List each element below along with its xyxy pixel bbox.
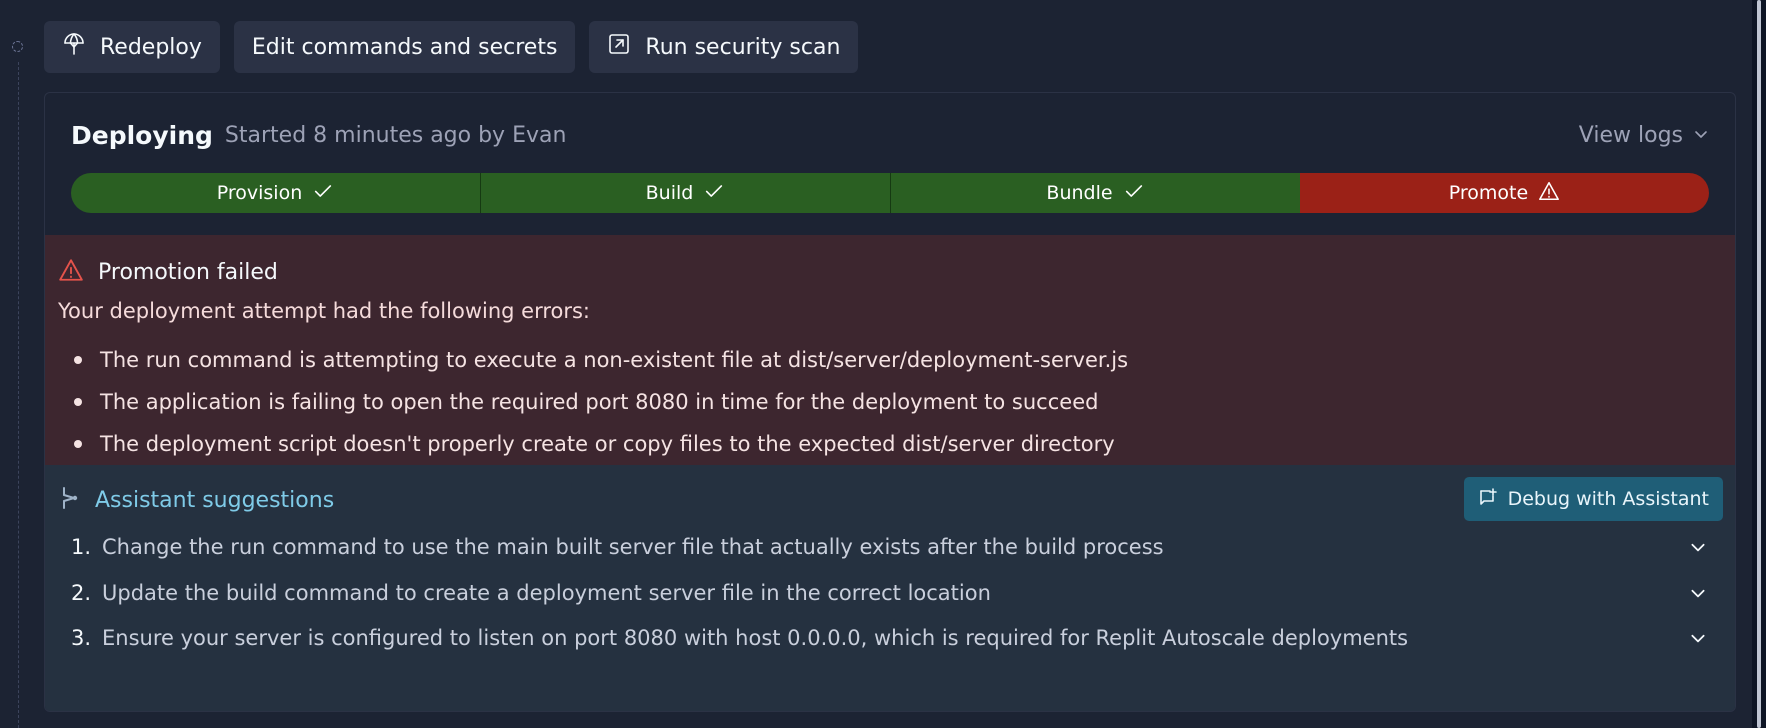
deployment-card: Deploying Started 8 minutes ago by Evan … [44, 92, 1736, 712]
deployment-started: Started 8 minutes ago by Evan [224, 122, 567, 148]
error-text: The deployment script doesn't properly c… [100, 432, 1115, 456]
chevron-down-icon [1691, 589, 1705, 598]
suggestion-item[interactable]: 2. Update the build command to create a … [71, 573, 1707, 613]
stage-provision[interactable]: Provision [71, 173, 480, 213]
redeploy-label: Redeploy [100, 34, 202, 60]
stage-label: Promote [1448, 182, 1529, 204]
stage-promote[interactable]: Promote [1300, 173, 1709, 213]
warning-icon [1538, 180, 1560, 207]
timeline-pending-icon [12, 41, 23, 52]
check-icon [1123, 180, 1145, 207]
view-logs-label: View logs [1578, 122, 1683, 148]
view-logs-button[interactable]: View logs [1579, 123, 1709, 148]
deployment-toolbar: Redeploy Edit commands and secrets Run s… [44, 21, 859, 73]
error-text: The run command is attempting to execute… [100, 348, 1129, 372]
suggestion-text: Update the build command to create a dep… [102, 581, 991, 605]
error-intro: Your deployment attempt had the followin… [58, 299, 591, 323]
security-scan-label: Run security scan [645, 34, 841, 60]
stage-label: Build [645, 182, 694, 204]
suggestion-number: 1. [71, 535, 92, 559]
warning-icon [58, 257, 84, 287]
debug-with-assistant-button[interactable]: Debug with Assistant [1463, 477, 1723, 521]
assistant-title: Assistant suggestions [95, 487, 335, 513]
error-title: Promotion failed [98, 259, 278, 285]
deployment-pipeline: Provision Build Bundle Promote [71, 173, 1709, 213]
bullet [74, 440, 82, 448]
scrollbar[interactable] [1757, 0, 1761, 728]
stage-bundle[interactable]: Bundle [890, 173, 1300, 213]
error-list: The run command is attempting to execute… [58, 339, 1128, 465]
assistant-icon [59, 485, 81, 515]
assistant-panel: Assistant suggestions Debug with Assista… [45, 465, 1735, 711]
error-item: The run command is attempting to execute… [58, 339, 1128, 381]
check-icon [703, 180, 725, 207]
suggestion-text: Ensure your server is configured to list… [102, 626, 1409, 650]
edit-commands-button[interactable]: Edit commands and secrets [233, 21, 576, 73]
chevron-down-icon [1693, 123, 1709, 148]
bullet [74, 398, 82, 406]
suggestion-text: Change the run command to use the main b… [102, 535, 1164, 559]
chevron-down-icon [1691, 543, 1705, 552]
edit-commands-label: Edit commands and secrets [251, 34, 558, 60]
deployment-status: Deploying [71, 120, 213, 150]
error-item: The application is failing to open the r… [58, 381, 1128, 423]
chevron-down-icon [1691, 634, 1705, 643]
external-link-icon [607, 32, 631, 62]
error-header: Promotion failed [58, 257, 278, 287]
suggestion-number: 3. [71, 626, 92, 650]
suggestion-number: 2. [71, 581, 92, 605]
deployment-header: Deploying Started 8 minutes ago by Evan … [71, 115, 1709, 155]
stage-label: Provision [216, 182, 303, 204]
suggestion-item[interactable]: 3. Ensure your server is configured to l… [71, 618, 1707, 658]
bullet [74, 356, 82, 364]
check-icon [312, 180, 334, 207]
chat-icon [1478, 487, 1498, 512]
timeline-line [18, 62, 19, 728]
redeploy-button[interactable]: Redeploy [44, 21, 220, 73]
error-item: The deployment script doesn't properly c… [58, 423, 1128, 465]
stage-build[interactable]: Build [480, 173, 890, 213]
suggestion-item[interactable]: 1. Change the run command to use the mai… [71, 527, 1707, 567]
stage-label: Bundle [1046, 182, 1113, 204]
assistant-header: Assistant suggestions [59, 485, 334, 515]
security-scan-button[interactable]: Run security scan [589, 21, 859, 73]
debug-label: Debug with Assistant [1507, 488, 1709, 510]
error-text: The application is failing to open the r… [100, 390, 1099, 414]
error-panel: Promotion failed Your deployment attempt… [45, 235, 1735, 465]
redeploy-icon [62, 32, 86, 62]
